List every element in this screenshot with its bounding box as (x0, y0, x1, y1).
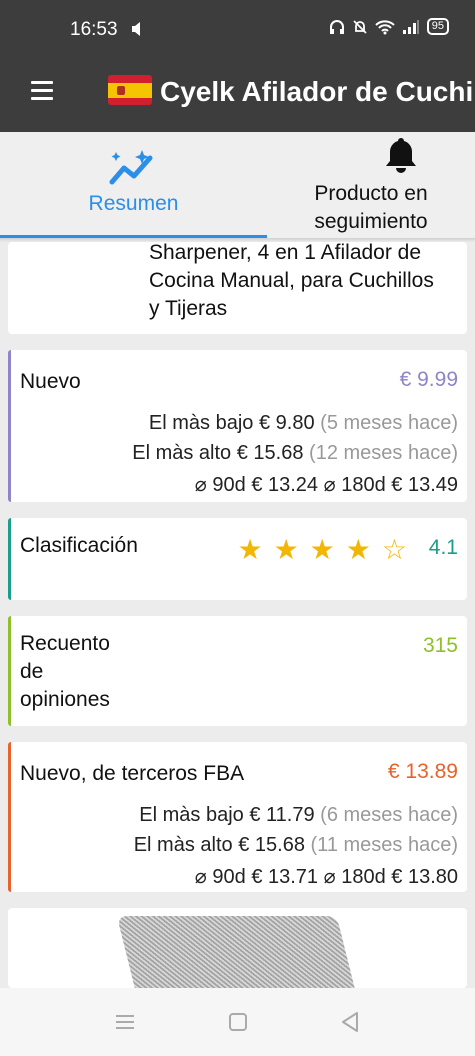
highest-label: El màs alto (133, 834, 233, 856)
lowest-value: € 11.79 (249, 804, 315, 826)
reviews-count: 315 (422, 634, 458, 657)
headphones-icon (329, 19, 344, 34)
system-nav-bar (0, 988, 475, 1056)
avg180-value: € 13.49 (391, 474, 458, 496)
lowest-when: (6 meses hace) (320, 804, 458, 826)
rating-stars: ★ ★ ★ ★ ☆ (237, 533, 407, 566)
product-title: Sharpener, 4 en 1 Afilador de Cocina Man… (149, 241, 434, 320)
avg90-label: ⌀ 90d (194, 474, 246, 496)
clock: 16:53 (70, 19, 118, 40)
lowest-price-row: El màs bajo € 11.79 (6 meses hace) (139, 804, 458, 827)
spain-flag-icon (108, 75, 152, 105)
avg90-label: ⌀ 90d (194, 866, 246, 888)
menu-icon[interactable] (31, 81, 53, 101)
sound-icon (132, 22, 140, 36)
card-accent-stripe (8, 350, 11, 502)
average-price-row: ⌀ 90d € 13.71 ⌀ 180d € 13.80 (195, 864, 458, 889)
highest-price-row: El màs alto € 15.68 (11 meses hace) (134, 834, 458, 857)
highest-label: El màs alto (132, 442, 232, 464)
tab-producto-en-seguimiento[interactable]: Producto en seguimiento (267, 132, 475, 238)
lowest-when: (5 meses hace) (320, 412, 458, 434)
tab-bar: Resumen Producto en seguimiento (0, 132, 475, 238)
card-accent-stripe (8, 742, 11, 892)
lowest-label: El màs bajo (139, 804, 244, 826)
tab-producto-label: Producto en seguimiento (314, 182, 428, 233)
current-price: € 13.89 (387, 760, 458, 783)
avg180-value: € 13.80 (391, 866, 458, 888)
price-label: Nuevo (20, 370, 81, 393)
star-filled-icon: ★ (309, 534, 335, 565)
highest-value: € 15.68 (236, 442, 304, 464)
price-label: Nuevo, de terceros FBA (20, 762, 245, 785)
highest-when: (12 meses hace) (309, 442, 458, 464)
card-accent-stripe (8, 616, 11, 726)
lowest-value: € 9.80 (258, 412, 315, 434)
rating-label: Clasificación (20, 534, 138, 557)
reviews-card[interactable]: Recuento de opiniones 315 (8, 616, 467, 726)
highest-value: € 15.68 (238, 834, 305, 856)
recents-icon[interactable] (112, 1010, 138, 1034)
app-title: Cyelk Afilador de Cuchi (160, 76, 474, 107)
avg180-label: ⌀ 180d (323, 866, 386, 888)
card-accent-stripe (8, 518, 11, 600)
star-filled-icon: ★ (237, 534, 263, 565)
highest-when: (11 meses hace) (310, 834, 458, 856)
rating-card[interactable]: Clasificación ★ ★ ★ ★ ☆ 4.1 (8, 518, 467, 600)
current-price: € 9.99 (399, 368, 458, 391)
price-card-nuevo[interactable]: Nuevo € 9.99 El màs bajo € 9.80 (5 meses… (8, 350, 467, 502)
star-filled-icon: ★ (345, 534, 371, 565)
battery-icon: 95 (426, 18, 449, 35)
signal-icon (402, 19, 419, 34)
wifi-icon (375, 19, 395, 34)
star-empty-icon: ☆ (381, 534, 407, 565)
avg90-value: € 13.71 (251, 866, 319, 888)
status-bar: 16:53 95 (0, 0, 475, 60)
avg180-label: ⌀ 180d (323, 474, 386, 496)
lowest-label: El màs bajo (148, 412, 254, 434)
home-icon[interactable] (225, 1010, 251, 1034)
lowest-price-row: El màs bajo € 9.80 (5 meses hace) (149, 412, 458, 435)
average-price-row: ⌀ 90d € 13.24 ⌀ 180d € 13.49 (195, 472, 458, 497)
avg90-value: € 13.24 (251, 474, 319, 496)
app-bar: Cyelk Afilador de Cuchi (0, 60, 475, 132)
reviews-label: Recuento de opiniones (20, 632, 110, 711)
product-title-card: Sharpener, 4 en 1 Afilador de Cocina Man… (8, 241, 467, 334)
bell-icon (386, 138, 416, 173)
tab-resumen-label: Resumen (88, 192, 179, 215)
product-image-card[interactable] (8, 908, 467, 988)
rating-value: 4.1 (428, 536, 458, 559)
star-filled-icon: ★ (273, 534, 299, 565)
mute-icon (353, 19, 367, 34)
product-image (116, 916, 360, 988)
price-card-fba[interactable]: Nuevo, de terceros FBA € 13.89 El màs ba… (8, 742, 467, 892)
highest-price-row: El màs alto € 15.68 (12 meses hace) (132, 442, 458, 465)
back-icon[interactable] (337, 1010, 363, 1034)
tab-resumen[interactable]: Resumen (0, 132, 267, 238)
trend-sparkle-icon (109, 150, 153, 185)
